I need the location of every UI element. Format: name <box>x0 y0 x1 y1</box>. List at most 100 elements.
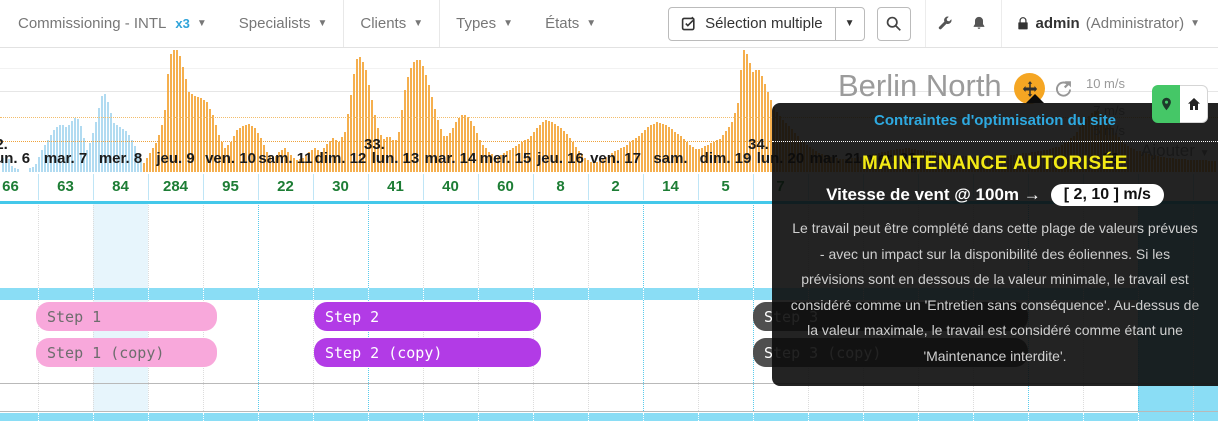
timeline-grid-line <box>918 413 919 421</box>
wind-bar <box>17 169 19 172</box>
timeline-grid-line <box>93 203 94 288</box>
menu-specialists[interactable]: Specialists ▼ <box>223 0 344 47</box>
timeline-grid-line <box>588 203 589 288</box>
wind-axis-label: 10 m/s <box>1055 76 1125 91</box>
timeline-grid-line <box>38 288 39 300</box>
user-menu[interactable]: admin (Administrator) ▼ <box>1001 0 1218 47</box>
lock-icon <box>1016 16 1030 31</box>
timeline-grid-line <box>258 203 259 288</box>
timeline-grid-line <box>313 203 314 288</box>
timeline-grid-line <box>698 203 699 288</box>
gantt-bar-step-2[interactable]: Step 2 <box>314 302 541 331</box>
timeline-grid-line <box>698 288 699 300</box>
timeline-grid-line <box>1028 413 1029 421</box>
timeline-grid-line <box>203 413 204 421</box>
timeline-grid-line <box>423 413 424 421</box>
map-pin-icon <box>1159 95 1174 113</box>
timeline-grid-line <box>753 288 754 300</box>
timeline-grid-line <box>38 413 39 421</box>
multi-select-dropdown-button[interactable]: ▼ <box>835 8 864 40</box>
timeline-grid-line <box>203 203 204 288</box>
map-pin-button[interactable] <box>1152 85 1180 123</box>
timeline-grid-line <box>698 413 699 421</box>
chevron-down-icon: ▼ <box>197 19 207 29</box>
wind-range-value: [ 2, 10 ] m/s <box>1051 184 1164 206</box>
timeline-grid-line <box>973 413 974 421</box>
row-separator <box>0 411 1218 412</box>
chevron-down-icon: ▼ <box>845 19 855 29</box>
multi-select-split-button: Sélection multiple ▼ <box>668 7 864 41</box>
wind-bar <box>32 167 34 172</box>
timeline-grid-line <box>148 413 149 421</box>
map-controls <box>1152 85 1208 123</box>
multi-select-button[interactable]: Sélection multiple <box>669 8 835 40</box>
tooltip-description: Le travail peut être complété dans cette… <box>772 216 1218 369</box>
project-menu-label: Commissioning - INTL <box>18 15 166 32</box>
gantt-bar-step-2-copy-[interactable]: Step 2 (copy) <box>314 338 541 367</box>
wind-range-row: Vitesse de vent @ 100m → [ 2, 10 ] m/s <box>772 184 1218 206</box>
chevron-down-icon: ▼ <box>1190 19 1200 29</box>
search-button[interactable] <box>877 7 911 41</box>
timeline-grid-line <box>643 203 644 288</box>
timeline-grid-line <box>753 413 754 421</box>
timeline-grid-line <box>148 288 149 300</box>
timeline-grid-line <box>533 288 534 300</box>
timeline-grid-line <box>643 300 644 411</box>
project-menu[interactable]: Commissioning - INTL x3 ▼ <box>0 0 223 47</box>
timeline-grid-line <box>643 413 644 421</box>
chevron-down-icon: ▼ <box>413 19 423 29</box>
menu-types[interactable]: Types ▼ <box>440 0 529 47</box>
tooltip-separator <box>772 141 1218 142</box>
timeline-grid-line <box>588 413 589 421</box>
timeline-grid-line <box>258 288 259 300</box>
timeline-grid-line <box>808 413 809 421</box>
timeline-grid-line <box>368 288 369 300</box>
chevron-down-icon: ▼ <box>503 19 513 29</box>
bell-icon[interactable] <box>971 15 987 32</box>
timeline-grid-line <box>478 288 479 300</box>
timeline-grid-line <box>423 203 424 288</box>
timeline-grid-line <box>423 288 424 300</box>
timeline-grid-line <box>478 413 479 421</box>
tooltip-caret <box>1026 94 1044 103</box>
timeline-grid-line <box>753 203 754 288</box>
chevron-down-icon: ▼ <box>317 19 327 29</box>
timeline-grid-line <box>533 203 534 288</box>
app-window: Commissioning - INTL x3 ▼ Specialists ▼ … <box>0 0 1218 421</box>
user-role: (Administrator) <box>1086 15 1184 32</box>
navbar: Commissioning - INTL x3 ▼ Specialists ▼ … <box>0 0 1218 48</box>
timeline-grid-line <box>93 413 94 421</box>
timeline-grid-line <box>698 300 699 411</box>
timeline-grid-line <box>313 288 314 300</box>
map-home-button[interactable] <box>1180 85 1208 123</box>
chevron-down-icon: ▼ <box>586 19 596 29</box>
user-name: admin <box>1036 15 1080 32</box>
maintenance-status-heading: MAINTENANCE AUTORISÉE <box>772 153 1218 175</box>
timeline-strip <box>0 413 1218 421</box>
multi-select-label: Sélection multiple <box>705 15 823 32</box>
multi-select-checkbox-icon <box>681 16 697 32</box>
timeline-grid-line <box>863 413 864 421</box>
gantt-bar-step-1-copy-[interactable]: Step 1 (copy) <box>36 338 217 367</box>
timeline-grid-line <box>38 203 39 288</box>
timeline-grid-line <box>258 413 259 421</box>
site-title: Berlin North <box>838 68 1002 104</box>
wind-bar <box>14 168 16 172</box>
menu-clients[interactable]: Clients ▼ <box>343 0 440 47</box>
timeline-grid-line <box>478 203 479 288</box>
search-icon <box>885 15 902 32</box>
timeline-grid-line <box>368 413 369 421</box>
project-count-badge: x3 <box>175 16 189 31</box>
gantt-bar-step-1[interactable]: Step 1 <box>36 302 217 331</box>
wrench-icon[interactable] <box>936 15 953 32</box>
home-icon <box>1186 96 1202 112</box>
timeline-grid-line <box>533 413 534 421</box>
timeline-grid-line <box>203 288 204 300</box>
timeline-grid-line <box>258 300 259 411</box>
timeline-grid-line <box>643 288 644 300</box>
menu-etats[interactable]: États ▼ <box>529 0 612 47</box>
toolbar-icons <box>925 0 997 47</box>
wind-range-label: Vitesse de vent @ 100m → <box>826 185 1041 205</box>
timeline-grid-line <box>1138 413 1139 421</box>
timeline-grid-line <box>368 203 369 288</box>
